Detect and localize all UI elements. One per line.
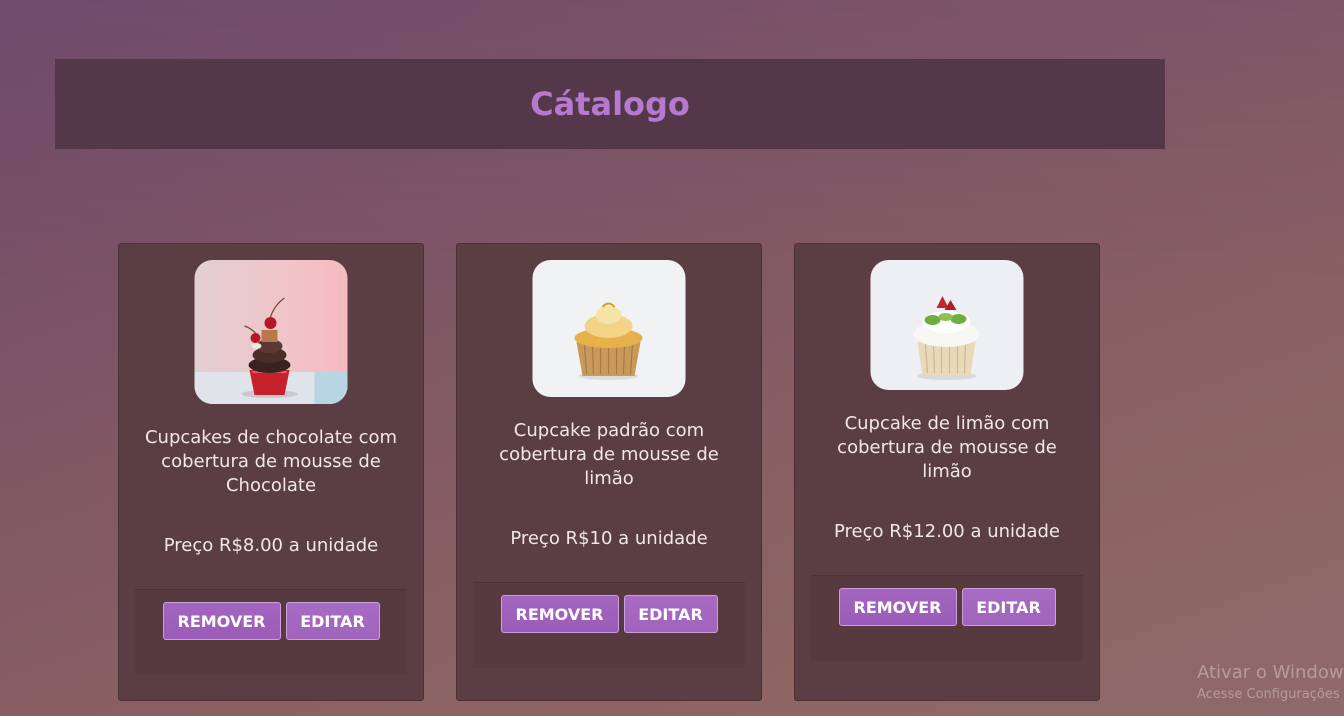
card-actions: REMOVER EDITAR <box>135 589 407 675</box>
product-price: Preço R$12.00 a unidade <box>834 521 1060 542</box>
activation-watermark-title: Ativar o Windows <box>1197 662 1344 683</box>
product-name: Cupcakes de chocolate com cobertura de m… <box>144 427 398 496</box>
product-card: Cupcake de limão com cobertura de mousse… <box>794 243 1100 701</box>
edit-button[interactable]: EDITAR <box>285 602 380 640</box>
product-name: Cupcake padrão com cobertura de mousse d… <box>499 420 719 489</box>
product-price: Preço R$8.00 a unidade <box>163 535 379 556</box>
chocolate-cupcake-image <box>194 260 348 404</box>
card-actions: REMOVER EDITAR <box>473 582 745 668</box>
product-price: Preço R$10 a unidade <box>510 528 708 549</box>
activation-watermark-subtitle: Acesse Configurações para ativar o Windo… <box>1197 687 1344 702</box>
product-card: Cupcake padrão com cobertura de mousse d… <box>456 243 762 701</box>
product-card: Cupcakes de chocolate com cobertura de m… <box>118 243 424 701</box>
remove-button[interactable]: REMOVER <box>838 588 957 626</box>
page-title: Cátalogo <box>530 85 690 123</box>
product-image <box>532 260 686 397</box>
catalog-header: Cátalogo <box>55 59 1165 149</box>
remove-button[interactable]: REMOVER <box>162 602 281 640</box>
lemon-cupcake-image <box>870 260 1024 390</box>
card-actions: REMOVER EDITAR <box>811 575 1083 661</box>
product-image <box>870 260 1024 390</box>
vanilla-cupcake-image <box>532 260 686 397</box>
product-image <box>194 260 348 404</box>
edit-button[interactable]: EDITAR <box>961 588 1056 626</box>
product-name: Cupcake de limão com cobertura de mousse… <box>837 413 1057 482</box>
remove-button[interactable]: REMOVER <box>500 595 619 633</box>
edit-button[interactable]: EDITAR <box>623 595 718 633</box>
